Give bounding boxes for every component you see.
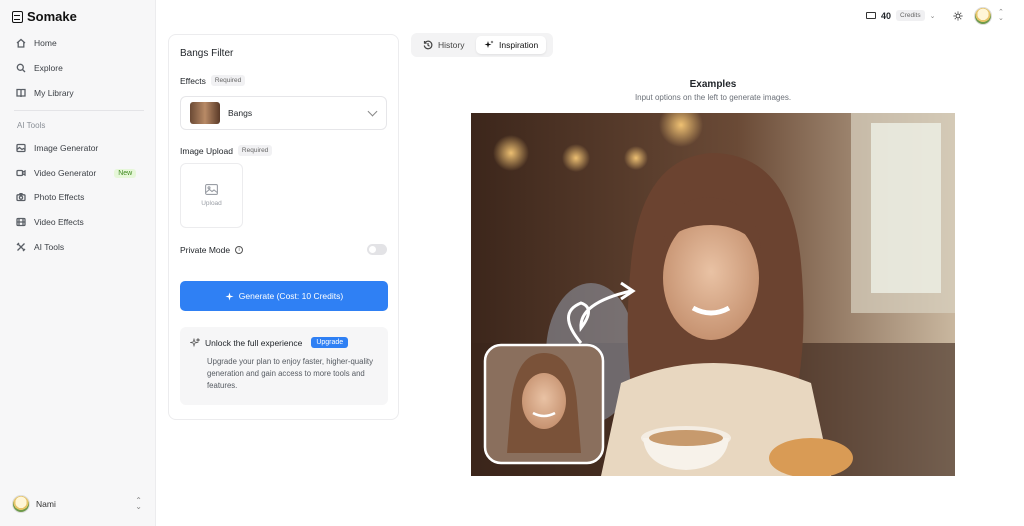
sidebar-divider [14, 110, 144, 111]
sidebar-item-my-library[interactable]: My Library [16, 85, 140, 101]
sparkle-icon [484, 40, 494, 48]
sidebar-item-label: Image Generator [34, 143, 99, 153]
upgrade-button[interactable]: Upgrade [311, 337, 349, 348]
sidebar-item-label: Home [34, 38, 57, 48]
sidebar-item-label: AI Tools [34, 242, 65, 252]
camera-icon [16, 193, 26, 202]
new-badge: New [114, 168, 137, 178]
required-badge: Required [237, 145, 273, 156]
film-icon [16, 217, 26, 227]
sidebar-item-photo-effects[interactable]: Photo Effects [16, 189, 140, 205]
examples-subtitle: Input options on the left to generate im… [634, 93, 792, 102]
generate-label: Generate (Cost: 10 Credits) [238, 291, 344, 301]
upload-text: Upload [201, 200, 222, 207]
examples-title: Examples [689, 79, 737, 90]
tab-label: History [438, 40, 465, 50]
home-icon [16, 38, 26, 48]
effects-select[interactable]: Bangs [180, 96, 387, 130]
image-icon [16, 143, 26, 153]
image-upload-dropzone[interactable]: Upload [180, 163, 243, 228]
search-icon [16, 63, 26, 73]
sidebar-item-explore[interactable]: Explore [16, 60, 140, 76]
effects-label: Effects Required [180, 75, 246, 86]
panel-title: Bangs Filter [180, 48, 234, 59]
chevron-updown-icon: ⌃ ⌄ [135, 496, 142, 511]
view-tabs: History Inspiration [411, 33, 553, 57]
tab-label: Inspiration [499, 40, 539, 50]
image-placeholder-icon [205, 184, 218, 195]
sparkle-icon [225, 291, 234, 301]
private-mode-toggle[interactable] [367, 244, 387, 255]
private-mode-text: Private Mode [180, 245, 231, 255]
tools-icon [16, 242, 26, 252]
upgrade-promo: Unlock the full experience Upgrade Upgra… [180, 327, 388, 405]
credits-label: Credits [896, 10, 925, 21]
promo-description: Upgrade your plan to enjoy faster, highe… [207, 357, 373, 390]
app-logo[interactable]: Somake [12, 9, 77, 24]
video-icon [16, 169, 26, 177]
sidebar-item-label: Photo Effects [34, 192, 85, 202]
private-mode-label: Private Mode i [180, 245, 244, 255]
logo-icon [12, 10, 23, 23]
sidebar: Somake Home Explore My Library AI Tools … [0, 0, 156, 526]
chevron-down-icon: ⌄ [929, 12, 936, 20]
book-icon [16, 88, 26, 98]
sidebar-item-label: Video Effects [34, 217, 84, 227]
credit-card-icon [866, 12, 876, 19]
credits-count: 40 [881, 10, 892, 21]
sidebar-item-label: Explore [34, 63, 63, 73]
bangs-filter-panel: Bangs Filter Effects Required Bangs Imag… [168, 34, 399, 420]
promo-title: Unlock the full experience [205, 337, 303, 348]
history-icon [423, 40, 433, 50]
example-image [471, 113, 955, 476]
effect-thumbnail [190, 102, 220, 124]
app-name: Somake [27, 9, 77, 24]
effects-selected-value: Bangs [228, 108, 253, 118]
sidebar-item-image-generator[interactable]: Image Generator [16, 140, 140, 156]
tab-inspiration[interactable]: Inspiration [476, 36, 547, 54]
section-label-ai-tools: AI Tools [17, 121, 46, 130]
sidebar-item-ai-tools[interactable]: AI Tools [16, 239, 140, 255]
account-avatar[interactable] [974, 7, 992, 25]
tab-history[interactable]: History [415, 36, 472, 54]
image-upload-label-text: Image Upload [180, 145, 233, 156]
chevron-down-icon [367, 106, 378, 117]
credits-display[interactable]: 40 Credits ⌄ [866, 10, 935, 21]
user-name: Nami [36, 499, 56, 509]
effects-label-text: Effects [180, 75, 206, 86]
sidebar-item-home[interactable]: Home [16, 35, 140, 51]
sidebar-item-label: Video Generator [34, 168, 97, 178]
required-badge: Required [210, 75, 246, 86]
generate-button[interactable]: Generate (Cost: 10 Credits) [180, 281, 388, 311]
sparkle-icon [190, 337, 200, 347]
theme-toggle-sun-icon[interactable] [953, 11, 963, 21]
promo-header: Unlock the full experience Upgrade [190, 337, 349, 348]
user-menu[interactable]: Nami ⌃ ⌄ [12, 495, 142, 513]
avatar [12, 495, 30, 513]
sidebar-item-video-effects[interactable]: Video Effects [16, 214, 140, 230]
sidebar-item-video-generator[interactable]: Video Generator New [16, 165, 140, 181]
info-icon[interactable]: i [235, 246, 244, 254]
chevron-updown-icon[interactable]: ⌃ ⌄ [998, 9, 1004, 22]
image-upload-label: Image Upload Required [180, 145, 273, 156]
sidebar-item-label: My Library [34, 88, 74, 98]
